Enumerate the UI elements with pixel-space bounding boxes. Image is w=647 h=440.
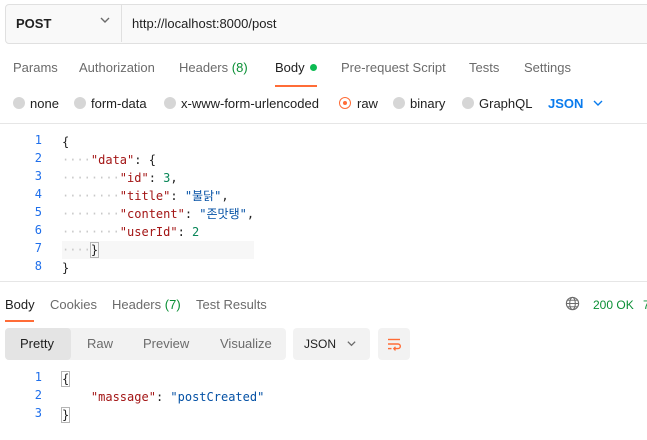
request-body-editor[interactable]: {····"data": {········"id": 3, ········"t… xyxy=(62,133,255,277)
json-key: "userId" xyxy=(119,225,178,239)
json-value: "postCreated" xyxy=(170,390,265,404)
request-body-line-numbers: 1 2 3 4 5 6 7 8 xyxy=(0,133,42,277)
json-key: "id" xyxy=(119,171,149,185)
radio-graphql[interactable] xyxy=(462,97,474,109)
editor-top-divider xyxy=(0,123,647,124)
tab-settings[interactable]: Settings xyxy=(524,60,571,75)
radio-raw-label[interactable]: raw xyxy=(357,96,378,111)
radio-urlencoded-label[interactable]: x-www-form-urlencoded xyxy=(181,96,319,111)
response-body-line-numbers: 1 2 3 xyxy=(0,370,42,424)
url-input[interactable]: http://localhost:8000/post xyxy=(132,16,277,31)
line-number: 2 xyxy=(34,151,42,165)
language-select[interactable]: JSON xyxy=(548,96,583,111)
json-key: "data" xyxy=(90,153,135,167)
modified-dot-icon xyxy=(309,64,317,72)
line-number: 4 xyxy=(34,187,42,201)
json-value: "불닭" xyxy=(184,189,222,203)
response-format-label: JSON xyxy=(304,337,337,351)
line-number: 8 xyxy=(34,259,42,273)
response-tab-headers-label: Headers xyxy=(112,297,162,312)
method-label: POST xyxy=(16,16,52,31)
tab-authorization[interactable]: Authorization xyxy=(79,60,155,75)
radio-form-data-label[interactable]: form-data xyxy=(91,96,147,111)
json-key: "title" xyxy=(119,189,171,203)
radio-none-label[interactable]: none xyxy=(30,96,59,111)
radio-binary[interactable] xyxy=(393,97,405,109)
line-number: 1 xyxy=(34,133,42,147)
json-brace: } xyxy=(62,261,70,275)
json-value: 2 xyxy=(192,225,200,239)
radio-form-data[interactable] xyxy=(74,97,86,109)
json-brace: { xyxy=(60,371,71,387)
json-key: "content" xyxy=(119,207,185,221)
view-raw-button[interactable]: Raw xyxy=(87,336,113,351)
chevron-down-icon[interactable] xyxy=(592,97,604,109)
line-number: 3 xyxy=(34,169,42,183)
view-visualize-button[interactable]: Visualize xyxy=(220,336,272,351)
response-tab-cookies[interactable]: Cookies xyxy=(50,297,97,312)
active-tab-indicator xyxy=(275,85,317,87)
json-brace: { xyxy=(62,135,70,149)
radio-urlencoded[interactable] xyxy=(164,97,176,109)
status-badge[interactable]: 200 OK xyxy=(593,298,634,312)
response-tab-body[interactable]: Body xyxy=(5,297,35,312)
radio-raw[interactable] xyxy=(339,97,351,109)
tab-headers[interactable]: Headers (8) xyxy=(179,60,248,75)
line-number: 7 xyxy=(34,241,42,255)
line-number: 6 xyxy=(34,223,42,237)
globe-icon[interactable] xyxy=(565,296,580,311)
radio-graphql-label[interactable]: GraphQL xyxy=(479,96,532,111)
line-number: 2 xyxy=(34,388,42,402)
response-time[interactable]: 7 xyxy=(643,298,647,312)
json-value: "존맛탱" xyxy=(199,207,247,221)
json-brace: } xyxy=(89,242,100,258)
tab-pre-request-script[interactable]: Pre-request Script xyxy=(341,60,446,75)
json-key: "massage" xyxy=(90,390,156,404)
line-number: 1 xyxy=(34,370,42,384)
radio-binary-label[interactable]: binary xyxy=(410,96,445,111)
wrap-lines-icon xyxy=(388,338,401,351)
tab-body-label: Body xyxy=(275,60,305,75)
response-headers-count: (7) xyxy=(164,297,181,312)
response-tab-headers[interactable]: Headers (7) xyxy=(112,297,181,312)
response-divider xyxy=(0,281,647,282)
view-preview-button[interactable]: Preview xyxy=(143,336,189,351)
json-brace: } xyxy=(60,407,71,423)
chevron-down-icon xyxy=(100,17,110,23)
active-tab-indicator xyxy=(5,320,34,322)
view-pretty-button[interactable]: Pretty xyxy=(20,336,54,351)
tab-params[interactable]: Params xyxy=(13,60,58,75)
response-tab-test-results[interactable]: Test Results xyxy=(196,297,267,312)
line-number: 5 xyxy=(34,205,42,219)
headers-count: (8) xyxy=(231,60,248,75)
tab-body[interactable]: Body xyxy=(275,60,317,75)
radio-none[interactable] xyxy=(13,97,25,109)
response-body-viewer[interactable]: { "massage": "postCreated"} xyxy=(60,370,265,424)
line-number: 3 xyxy=(34,406,42,420)
tab-headers-label: Headers xyxy=(179,60,229,75)
chevron-down-icon xyxy=(347,341,356,347)
tab-tests[interactable]: Tests xyxy=(469,60,499,75)
